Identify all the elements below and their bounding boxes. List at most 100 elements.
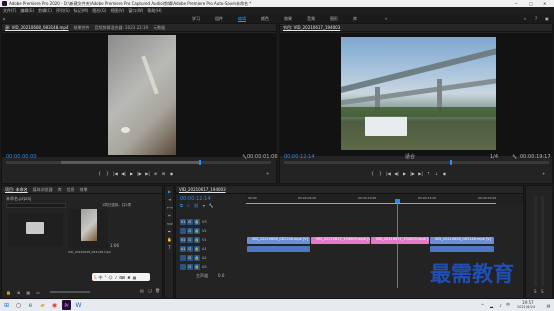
- program-step-back-icon[interactable]: ◀|: [394, 171, 399, 176]
- program-mark-in-icon[interactable]: {: [370, 171, 375, 176]
- ime-skin-icon[interactable]: ♣: [127, 275, 131, 280]
- extract-icon[interactable]: ⇣: [434, 171, 439, 176]
- tab-audio-clip-mixer[interactable]: 音频剪辑混合器: 2023 22:19: [95, 25, 149, 30]
- minimize-button[interactable]: ─: [515, 1, 517, 6]
- new-bin-icon[interactable]: ▤: [140, 288, 144, 293]
- ime-voice-icon[interactable]: ♪: [115, 275, 118, 280]
- system-tray-arrow-icon[interactable]: ^: [478, 299, 487, 311]
- source-playhead[interactable]: [199, 160, 201, 165]
- ime-logo-icon[interactable]: S: [94, 275, 97, 280]
- go-to-out-icon[interactable]: ▶|: [145, 171, 150, 176]
- toggle-sync-lock-icon[interactable]: ⊡: [187, 218, 193, 225]
- program-step-forward-icon[interactable]: |▶: [410, 171, 415, 176]
- toggle-sync-lock-icon[interactable]: ⊡: [187, 254, 193, 261]
- source-patch-v2[interactable]: [180, 227, 186, 234]
- lift-icon[interactable]: ⇡: [426, 171, 431, 176]
- chrome-icon[interactable]: ◉: [50, 299, 59, 311]
- workspace-learn[interactable]: 学习: [192, 16, 200, 21]
- program-go-to-out-icon[interactable]: ▶|: [418, 171, 423, 176]
- source-patch-a3[interactable]: [180, 263, 186, 270]
- program-playhead[interactable]: [450, 160, 452, 165]
- workspace-graphics[interactable]: 图形: [330, 16, 338, 21]
- menu-file[interactable]: 文件(F): [3, 7, 16, 14]
- freeform-view-icon[interactable]: ▭: [36, 290, 40, 295]
- workspace-audio[interactable]: 音频: [307, 16, 315, 21]
- volume-icon[interactable]: ♪: [496, 299, 505, 311]
- home-icon[interactable]: ⌂: [3, 16, 6, 21]
- notification-center-icon[interactable]: ▤: [544, 299, 553, 311]
- track-lock-icon[interactable]: 🔒: [194, 245, 200, 252]
- track-select-tool-icon[interactable]: ⇥: [167, 197, 172, 202]
- solo-icon[interactable]: S: [534, 289, 537, 294]
- source-timecode[interactable]: 00:00:00:00: [6, 154, 37, 160]
- track-lock-icon[interactable]: 🔒: [194, 227, 200, 234]
- nest-icon[interactable]: ⧉: [180, 203, 183, 208]
- go-to-in-icon[interactable]: |◀: [113, 171, 118, 176]
- linked-selection-icon[interactable]: ⛓: [194, 203, 199, 208]
- thumbnail-size-slider[interactable]: [50, 291, 90, 293]
- timeline-timecode[interactable]: 00:00:12:14: [180, 196, 211, 202]
- program-settings-icon[interactable]: 🔧: [512, 154, 517, 159]
- solo-icon[interactable]: S: [541, 289, 544, 294]
- program-export-frame-icon[interactable]: ◉: [442, 171, 447, 176]
- step-forward-icon[interactable]: |▶: [137, 171, 142, 176]
- slip-tool-icon[interactable]: ⟺: [167, 221, 173, 226]
- track-lock-icon[interactable]: 🔒: [194, 263, 200, 270]
- tab-project[interactable]: 项目: 未命名: [5, 187, 28, 192]
- program-scrubber[interactable]: [284, 160, 549, 165]
- menu-sequence[interactable]: 序列(S): [56, 7, 70, 14]
- timeline-playhead[interactable]: [397, 200, 398, 288]
- taskbar-date[interactable]: 2021/6/24: [517, 305, 535, 310]
- workspace-overflow-icon[interactable]: »: [385, 16, 387, 21]
- mark-in-icon[interactable]: {: [97, 171, 102, 176]
- toggle-sync-lock-icon[interactable]: ⊡: [187, 263, 193, 270]
- search-icon[interactable]: ⌕: [524, 16, 526, 21]
- program-timecode[interactable]: 00:00:12:14: [284, 154, 315, 160]
- edge-browser-icon[interactable]: e: [26, 299, 35, 311]
- export-frame-icon[interactable]: ◉: [169, 171, 174, 176]
- project-item-clip[interactable]: [68, 209, 108, 249]
- timeline-audio-clip[interactable]: [247, 246, 310, 252]
- program-fit-select[interactable]: 适合: [405, 154, 415, 160]
- track-lock-icon[interactable]: 🔒: [194, 254, 200, 261]
- ime-lang-toggle[interactable]: 中: [99, 275, 103, 280]
- master-track-value[interactable]: 0.0: [218, 273, 224, 278]
- play-icon[interactable]: ▶: [129, 171, 134, 176]
- workspace-assembly[interactable]: 组件: [215, 16, 223, 21]
- help-icon[interactable]: ?: [535, 16, 537, 21]
- track-lock-icon[interactable]: 🔒: [194, 218, 200, 225]
- ime-punctuation-icon[interactable]: °: [105, 275, 107, 280]
- source-scrubber[interactable]: [6, 160, 271, 165]
- task-view-icon[interactable]: ○: [14, 299, 23, 311]
- tab-libraries[interactable]: 库: [58, 187, 62, 192]
- work-area-bar[interactable]: [246, 203, 496, 204]
- workspace-color[interactable]: 颜色: [261, 16, 269, 21]
- word-icon[interactable]: W: [74, 299, 83, 311]
- project-item-folder[interactable]: [8, 213, 63, 246]
- track-lock-icon[interactable]: 🔒: [194, 236, 200, 243]
- source-patch-v3[interactable]: V1: [180, 218, 186, 225]
- snap-icon[interactable]: ∩: [187, 203, 190, 208]
- workspace-effects[interactable]: 效果: [284, 16, 292, 21]
- source-patch-a1[interactable]: A1: [180, 245, 186, 252]
- list-view-icon[interactable]: ≣: [17, 290, 20, 295]
- add-marker-icon[interactable]: ▾: [203, 203, 205, 208]
- icon-view-icon[interactable]: ▦: [26, 290, 30, 295]
- file-explorer-icon[interactable]: ▰: [38, 299, 47, 311]
- workspace-libraries[interactable]: 库: [353, 16, 357, 21]
- mark-out-icon[interactable]: }: [105, 171, 110, 176]
- tab-effects[interactable]: 效果: [80, 187, 88, 192]
- source-patch-v1[interactable]: V1: [180, 236, 186, 243]
- menu-help[interactable]: 帮助(H): [147, 7, 161, 14]
- timeline-ruler[interactable]: 00:00 00:00:05:00 00:00:10:00 00:00:15:0…: [246, 195, 523, 205]
- step-back-icon[interactable]: ◀|: [121, 171, 126, 176]
- network-icon[interactable]: ▂: [487, 299, 496, 311]
- premiere-taskbar-icon[interactable]: Pr: [62, 300, 71, 310]
- ime-keyboard-icon[interactable]: ⌨: [119, 275, 125, 280]
- ime-emoji-icon[interactable]: ☺: [109, 275, 113, 280]
- timeline-audio-clip[interactable]: [430, 246, 494, 252]
- close-button[interactable]: ✕: [543, 1, 546, 6]
- tab-source[interactable]: 源: VID_20210608_083148.mp4: [5, 25, 69, 30]
- tab-metadata[interactable]: 元数据: [153, 25, 165, 30]
- overwrite-icon[interactable]: ⊞: [161, 171, 166, 176]
